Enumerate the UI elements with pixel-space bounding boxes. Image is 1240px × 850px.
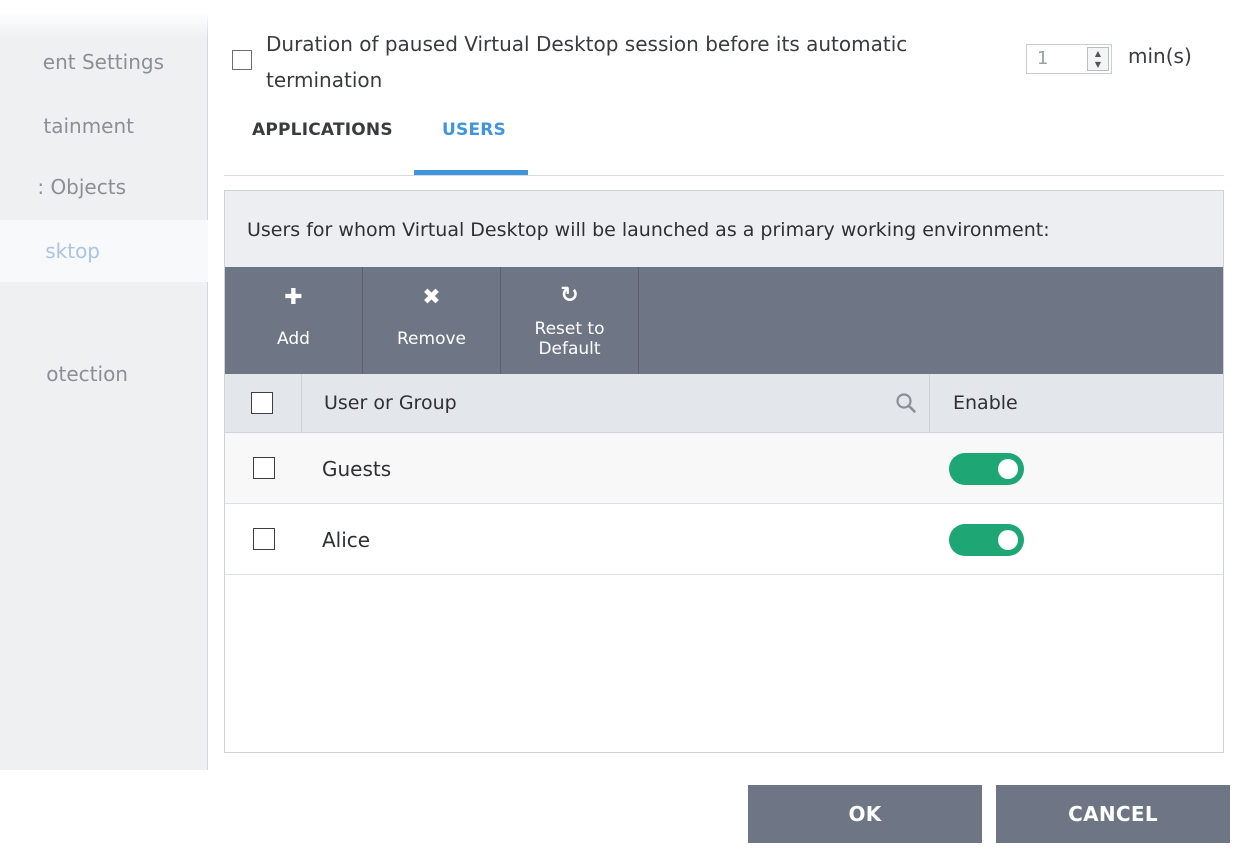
add-button[interactable]: ✚ Add	[225, 267, 363, 374]
duration-spinner[interactable]: 1 ▲ ▼	[1026, 44, 1112, 74]
remove-button[interactable]: ✖ Remove	[363, 267, 501, 374]
duration-checkbox[interactable]	[232, 50, 252, 70]
toggle-knob	[998, 530, 1018, 550]
cancel-button[interactable]: CANCEL	[996, 785, 1230, 843]
reset-label-line2: Default	[538, 339, 601, 359]
select-all-cell	[225, 374, 302, 432]
users-toolbar: ✚ Add ✖ Remove ↻ Reset to Default	[225, 267, 1223, 374]
user-name: Guests	[322, 457, 392, 481]
enable-toggle[interactable]	[949, 524, 1024, 556]
sidebar-item-label: ent Settings	[42, 50, 164, 74]
users-panel: Users for whom Virtual Desktop will be l…	[224, 190, 1224, 753]
close-icon: ✖	[422, 285, 441, 310]
sidebar-item-label: sktop	[45, 239, 100, 263]
tab-applications[interactable]: APPLICATIONS	[252, 120, 393, 140]
duration-label: Duration of paused Virtual Desktop sessi…	[266, 32, 908, 92]
reset-to-default-button[interactable]: ↻ Reset to Default	[501, 267, 639, 374]
search-icon[interactable]	[895, 392, 917, 414]
reset-label: Reset to Default	[501, 319, 638, 359]
add-label: Add	[277, 329, 310, 349]
tab-users[interactable]: USERS	[442, 120, 506, 140]
reset-icon: ↻	[560, 283, 579, 308]
sidebar: ent Settings tainment : Objects sktop ot…	[0, 0, 208, 770]
row-checkbox[interactable]	[253, 528, 275, 550]
sidebar-item-label: otection	[46, 362, 128, 386]
spinner-down-icon[interactable]: ▼	[1088, 59, 1108, 70]
toggle-knob	[998, 459, 1018, 479]
enable-column-header: Enable	[953, 392, 1018, 414]
plus-icon: ✚	[284, 285, 303, 310]
sidebar-item-containment[interactable]: tainment	[0, 96, 208, 156]
row-checkbox[interactable]	[253, 457, 275, 479]
sidebar-item-label: tainment	[43, 114, 134, 138]
enable-toggle[interactable]	[949, 453, 1024, 485]
spinner-arrows[interactable]: ▲ ▼	[1087, 47, 1109, 71]
remove-label: Remove	[397, 329, 466, 349]
ok-button[interactable]: OK	[748, 785, 982, 843]
table-header: User or Group Enable	[225, 374, 1223, 433]
panel-description-bar: Users for whom Virtual Desktop will be l…	[225, 191, 1223, 267]
user-column-label: User or Group	[324, 392, 457, 414]
duration-value[interactable]: 1	[1037, 48, 1048, 69]
table-row[interactable]: Guests	[225, 433, 1223, 504]
table-row[interactable]: Alice	[225, 504, 1223, 575]
panel-description: Users for whom Virtual Desktop will be l…	[247, 219, 1050, 241]
duration-unit: min(s)	[1128, 44, 1192, 68]
spinner-up-icon[interactable]: ▲	[1088, 48, 1108, 59]
sidebar-item-protection[interactable]: otection	[0, 344, 208, 404]
sidebar-item-objects[interactable]: : Objects	[0, 157, 208, 217]
user-column-header[interactable]: User or Group	[302, 374, 930, 432]
user-name: Alice	[322, 528, 371, 552]
sidebar-item-label: : Objects	[37, 175, 126, 199]
reset-label-line1: Reset to	[534, 319, 605, 339]
sidebar-item-virtual-desktop[interactable]: sktop	[0, 220, 208, 282]
select-all-checkbox[interactable]	[251, 392, 273, 414]
sidebar-item-settings[interactable]: ent Settings	[0, 32, 208, 92]
tab-divider	[224, 175, 1224, 176]
